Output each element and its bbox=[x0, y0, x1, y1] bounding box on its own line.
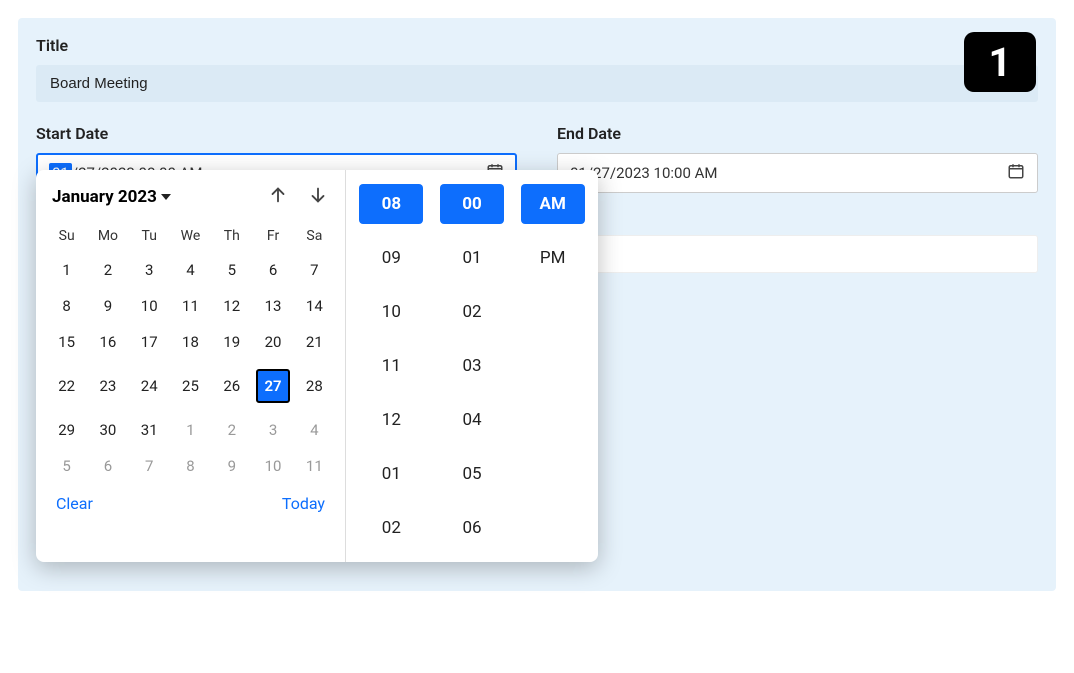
title-label: Title bbox=[36, 36, 1038, 55]
event-form-panel: 1 Title Start Date 01/27/2023 08:00 AM J… bbox=[18, 18, 1056, 591]
end-date-col: End Date 01/27/2023 10:00 AM bbox=[557, 124, 1038, 273]
hour-option[interactable]: 01 bbox=[359, 454, 423, 494]
calendar-day[interactable]: 7 bbox=[129, 448, 170, 484]
calendar-day[interactable]: 22 bbox=[46, 360, 87, 412]
start-date-label: Start Date bbox=[36, 124, 517, 143]
calendar-day[interactable]: 18 bbox=[170, 324, 211, 360]
calendar-day[interactable]: 11 bbox=[170, 288, 211, 324]
weekday-header: Tu bbox=[129, 220, 170, 252]
calendar-day[interactable]: 4 bbox=[294, 412, 335, 448]
minutes-column: 00 01 02 03 04 05 06 bbox=[437, 184, 508, 548]
calendar-day[interactable]: 27 bbox=[252, 360, 293, 412]
weekday-header: Su bbox=[46, 220, 87, 252]
calendar-day[interactable]: 7 bbox=[294, 252, 335, 288]
calendar-day[interactable]: 19 bbox=[211, 324, 252, 360]
clear-button[interactable]: Clear bbox=[56, 494, 93, 513]
prev-month-button[interactable] bbox=[267, 184, 289, 210]
hour-option[interactable]: 12 bbox=[359, 400, 423, 440]
calendar-day[interactable]: 3 bbox=[252, 412, 293, 448]
weekday-header: Mo bbox=[87, 220, 128, 252]
ampm-option[interactable]: PM bbox=[521, 238, 585, 278]
calendar-day[interactable]: 16 bbox=[87, 324, 128, 360]
weekday-header: We bbox=[170, 220, 211, 252]
calendar-day[interactable]: 30 bbox=[87, 412, 128, 448]
calendar-day[interactable]: 10 bbox=[252, 448, 293, 484]
calendar-day[interactable]: 4 bbox=[170, 252, 211, 288]
caret-down-icon bbox=[161, 194, 171, 200]
calendar-icon[interactable] bbox=[1007, 162, 1025, 184]
end-date-input[interactable]: 01/27/2023 10:00 AM bbox=[557, 153, 1038, 193]
calendar-day[interactable]: 25 bbox=[170, 360, 211, 412]
calendar-day[interactable]: 10 bbox=[129, 288, 170, 324]
weekday-header: Th bbox=[211, 220, 252, 252]
weekday-header: Fr bbox=[252, 220, 293, 252]
calendar-day[interactable]: 8 bbox=[46, 288, 87, 324]
today-button[interactable]: Today bbox=[282, 494, 325, 513]
hours-column: 08 09 10 11 12 01 02 bbox=[356, 184, 427, 548]
ampm-column: AM PM bbox=[517, 184, 588, 548]
calendar-day[interactable]: 2 bbox=[87, 252, 128, 288]
calendar-day[interactable]: 24 bbox=[129, 360, 170, 412]
datetime-picker: January 2023 SuMoTuWeThFrSa bbox=[36, 170, 598, 562]
hour-option[interactable]: 02 bbox=[359, 508, 423, 548]
calendar-day[interactable]: 2 bbox=[211, 412, 252, 448]
calendar-day[interactable]: 5 bbox=[46, 448, 87, 484]
calendar-day[interactable]: 3 bbox=[129, 252, 170, 288]
minute-option[interactable]: 02 bbox=[440, 292, 504, 332]
hour-option[interactable]: 10 bbox=[359, 292, 423, 332]
calendar-day[interactable]: 21 bbox=[294, 324, 335, 360]
calendar-day[interactable]: 12 bbox=[211, 288, 252, 324]
calendar-pane: January 2023 SuMoTuWeThFrSa bbox=[36, 170, 346, 562]
calendar-day[interactable]: 20 bbox=[252, 324, 293, 360]
month-year-button[interactable]: January 2023 bbox=[52, 187, 171, 207]
calendar-day[interactable]: 28 bbox=[294, 360, 335, 412]
hour-option[interactable]: 09 bbox=[359, 238, 423, 278]
calendar-day[interactable]: 1 bbox=[46, 252, 87, 288]
minute-option[interactable]: 04 bbox=[440, 400, 504, 440]
calendar-day[interactable]: 8 bbox=[170, 448, 211, 484]
calendar-day[interactable]: 6 bbox=[87, 448, 128, 484]
calendar-day[interactable]: 9 bbox=[211, 448, 252, 484]
calendar-day[interactable]: 17 bbox=[129, 324, 170, 360]
calendar-day[interactable]: 11 bbox=[294, 448, 335, 484]
minute-option[interactable]: 05 bbox=[440, 454, 504, 494]
title-input[interactable] bbox=[36, 65, 1038, 102]
weekday-header: Sa bbox=[294, 220, 335, 252]
next-month-button[interactable] bbox=[307, 184, 329, 210]
weekday-header-row: SuMoTuWeThFrSa bbox=[46, 220, 335, 252]
hour-option[interactable]: 08 bbox=[359, 184, 423, 224]
end-date-label: End Date bbox=[557, 124, 1038, 143]
minute-option[interactable]: 06 bbox=[440, 508, 504, 548]
calendar-day[interactable]: 13 bbox=[252, 288, 293, 324]
calendar-day[interactable]: 14 bbox=[294, 288, 335, 324]
calendar-day[interactable]: 26 bbox=[211, 360, 252, 412]
time-pane: 08 09 10 11 12 01 02 00 01 02 03 04 05 06 AM PM bbox=[346, 170, 598, 562]
minute-option[interactable]: 00 bbox=[440, 184, 504, 224]
calendar-day[interactable]: 23 bbox=[87, 360, 128, 412]
minute-option[interactable]: 01 bbox=[440, 238, 504, 278]
calendar-day[interactable]: 29 bbox=[46, 412, 87, 448]
additional-input[interactable] bbox=[557, 235, 1038, 273]
hour-option[interactable]: 11 bbox=[359, 346, 423, 386]
minute-option[interactable]: 03 bbox=[440, 346, 504, 386]
calendar-day[interactable]: 9 bbox=[87, 288, 128, 324]
step-badge: 1 bbox=[964, 32, 1036, 92]
ampm-option[interactable]: AM bbox=[521, 184, 585, 224]
calendar-day[interactable]: 6 bbox=[252, 252, 293, 288]
calendar-grid: 1234567891011121314151617181920212223242… bbox=[46, 252, 335, 484]
calendar-day[interactable]: 1 bbox=[170, 412, 211, 448]
start-date-col: Start Date 01/27/2023 08:00 AM January 2… bbox=[36, 124, 517, 273]
calendar-day[interactable]: 5 bbox=[211, 252, 252, 288]
calendar-day[interactable]: 15 bbox=[46, 324, 87, 360]
calendar-day[interactable]: 31 bbox=[129, 412, 170, 448]
